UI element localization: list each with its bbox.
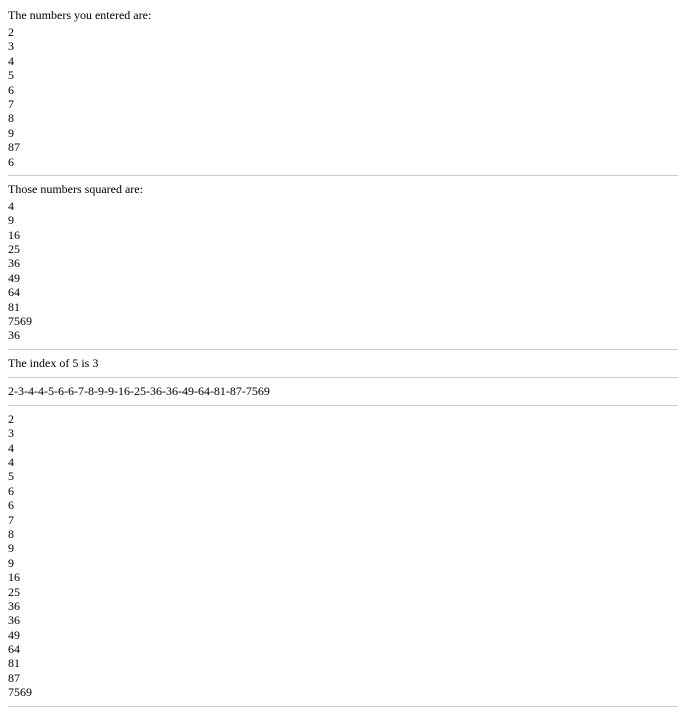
divider bbox=[8, 706, 678, 707]
squared-number-item: 7569 bbox=[8, 314, 678, 328]
sorted-number-item: 36 bbox=[8, 599, 678, 613]
sorted-number-item: 16 bbox=[8, 570, 678, 584]
sorted-number-item: 4 bbox=[8, 441, 678, 455]
divider bbox=[8, 405, 678, 406]
entered-number-item: 7 bbox=[8, 97, 678, 111]
sorted-number-item: 81 bbox=[8, 656, 678, 670]
sorted-number-item: 4 bbox=[8, 455, 678, 469]
squared-number-item: 36 bbox=[8, 256, 678, 270]
sorted-number-item: 2 bbox=[8, 412, 678, 426]
squared-numbers-heading: Those numbers squared are: bbox=[8, 182, 678, 197]
sorted-numbers-list: 2344566789916253636496481877569 bbox=[8, 412, 678, 700]
entered-numbers-list: 23456789876 bbox=[8, 25, 678, 169]
sorted-number-item: 8 bbox=[8, 527, 678, 541]
sorted-number-item: 7 bbox=[8, 513, 678, 527]
sorted-number-item: 6 bbox=[8, 498, 678, 512]
index-of-text: The index of 5 is 3 bbox=[8, 356, 678, 371]
sorted-number-item: 9 bbox=[8, 541, 678, 555]
sorted-number-item: 36 bbox=[8, 613, 678, 627]
sorted-numbers-section: 2344566789916253636496481877569 bbox=[8, 412, 678, 700]
entered-number-item: 2 bbox=[8, 25, 678, 39]
entered-number-item: 8 bbox=[8, 111, 678, 125]
sorted-number-item: 5 bbox=[8, 469, 678, 483]
squared-number-item: 25 bbox=[8, 242, 678, 256]
entered-numbers-heading: The numbers you entered are: bbox=[8, 8, 678, 23]
sorted-number-item: 6 bbox=[8, 484, 678, 498]
entered-number-item: 5 bbox=[8, 68, 678, 82]
joined-sorted-text: 2-3-4-4-5-6-6-7-8-9-9-16-25-36-36-49-64-… bbox=[8, 384, 678, 399]
squared-number-item: 64 bbox=[8, 285, 678, 299]
divider bbox=[8, 377, 678, 378]
entered-number-item: 3 bbox=[8, 39, 678, 53]
squared-number-item: 4 bbox=[8, 199, 678, 213]
entered-number-item: 6 bbox=[8, 83, 678, 97]
divider bbox=[8, 175, 678, 176]
entered-number-item: 9 bbox=[8, 126, 678, 140]
squared-number-item: 36 bbox=[8, 328, 678, 342]
sorted-number-item: 49 bbox=[8, 628, 678, 642]
sorted-number-item: 87 bbox=[8, 671, 678, 685]
sorted-number-item: 7569 bbox=[8, 685, 678, 699]
entered-number-item: 87 bbox=[8, 140, 678, 154]
squared-numbers-section: Those numbers squared are: 4916253649648… bbox=[8, 182, 678, 343]
squared-number-item: 49 bbox=[8, 271, 678, 285]
squared-number-item: 9 bbox=[8, 213, 678, 227]
sorted-number-item: 64 bbox=[8, 642, 678, 656]
sorted-number-item: 25 bbox=[8, 585, 678, 599]
entered-numbers-section: The numbers you entered are: 23456789876 bbox=[8, 8, 678, 169]
entered-number-item: 6 bbox=[8, 155, 678, 169]
squared-number-item: 81 bbox=[8, 300, 678, 314]
entered-number-item: 4 bbox=[8, 54, 678, 68]
sorted-number-item: 3 bbox=[8, 426, 678, 440]
squared-number-item: 16 bbox=[8, 228, 678, 242]
sorted-number-item: 9 bbox=[8, 556, 678, 570]
divider bbox=[8, 349, 678, 350]
squared-numbers-list: 49162536496481756936 bbox=[8, 199, 678, 343]
